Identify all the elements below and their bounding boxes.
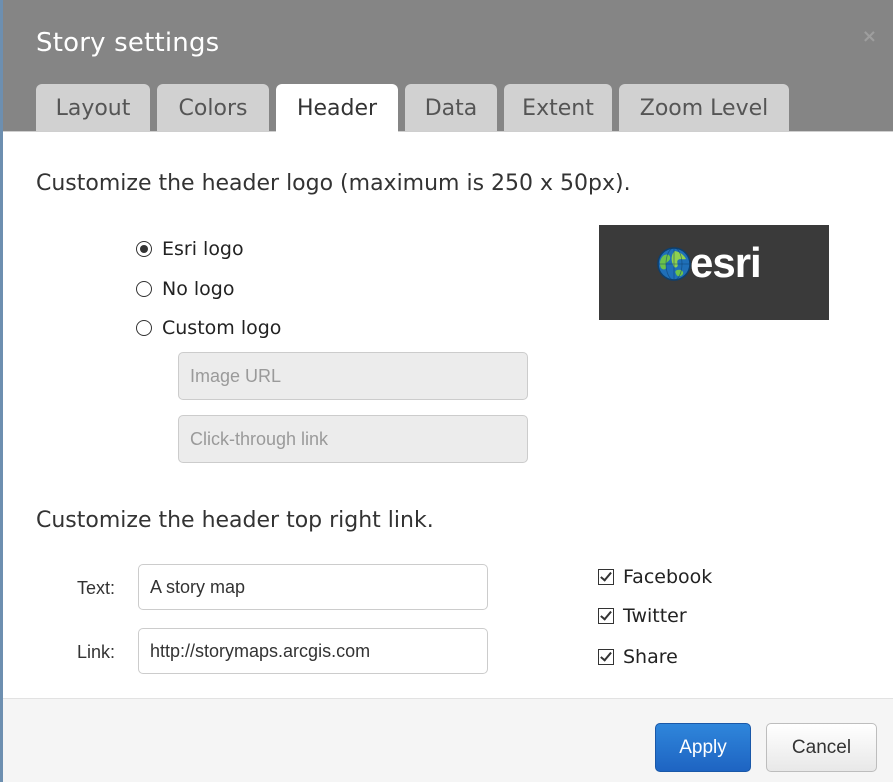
tab-zoom-level[interactable]: Zoom Level bbox=[619, 84, 789, 131]
radio-checked-icon[interactable] bbox=[136, 241, 152, 257]
radio-label: Custom logo bbox=[162, 317, 282, 339]
logo-preview: esri bbox=[599, 225, 829, 320]
radio-unchecked-icon[interactable] bbox=[136, 320, 152, 336]
checkbox-facebook[interactable]: Facebook bbox=[598, 564, 712, 590]
radio-label: Esri logo bbox=[162, 238, 244, 260]
tab-header[interactable]: Header bbox=[276, 84, 398, 132]
tab-extent[interactable]: Extent bbox=[504, 84, 612, 131]
checkbox-label: Twitter bbox=[623, 605, 687, 627]
radio-esri-logo[interactable]: Esri logo bbox=[136, 235, 244, 263]
click-through-link-input[interactable] bbox=[178, 415, 528, 463]
link-url-input[interactable] bbox=[138, 628, 488, 674]
logo-section-heading: Customize the header logo (maximum is 25… bbox=[36, 171, 631, 196]
close-icon[interactable]: × bbox=[862, 26, 877, 47]
checkbox-checked-icon[interactable] bbox=[598, 608, 614, 624]
checkbox-label: Share bbox=[623, 646, 678, 668]
globe-icon bbox=[657, 247, 691, 281]
checkbox-label: Facebook bbox=[623, 566, 713, 588]
checkbox-checked-icon[interactable] bbox=[598, 569, 614, 585]
tab-data[interactable]: Data bbox=[405, 84, 497, 131]
dialog-footer bbox=[3, 698, 893, 782]
link-section-heading: Customize the header top right link. bbox=[36, 508, 434, 533]
story-settings-dialog: Story settings × Layout Colors Header Da… bbox=[3, 0, 893, 782]
checkbox-twitter[interactable]: Twitter bbox=[598, 603, 687, 629]
checkbox-share[interactable]: Share bbox=[598, 644, 678, 670]
radio-label: No logo bbox=[162, 278, 235, 300]
apply-button[interactable]: Apply bbox=[655, 723, 751, 772]
dialog-header: Story settings × Layout Colors Header Da… bbox=[3, 0, 893, 132]
tab-colors[interactable]: Colors bbox=[157, 84, 269, 131]
dialog-title: Story settings bbox=[36, 28, 220, 58]
tab-layout[interactable]: Layout bbox=[36, 84, 150, 131]
checkbox-checked-icon[interactable] bbox=[598, 649, 614, 665]
radio-unchecked-icon[interactable] bbox=[136, 281, 152, 297]
text-field-label: Text: bbox=[76, 578, 115, 598]
link-text-input[interactable] bbox=[138, 564, 488, 610]
esri-logo-text: esri bbox=[690, 239, 762, 286]
radio-custom-logo[interactable]: Custom logo bbox=[136, 314, 281, 342]
radio-no-logo[interactable]: No logo bbox=[136, 275, 234, 303]
image-url-input[interactable] bbox=[178, 352, 528, 400]
link-field-label: Link: bbox=[76, 642, 115, 662]
cancel-button[interactable]: Cancel bbox=[766, 723, 877, 772]
